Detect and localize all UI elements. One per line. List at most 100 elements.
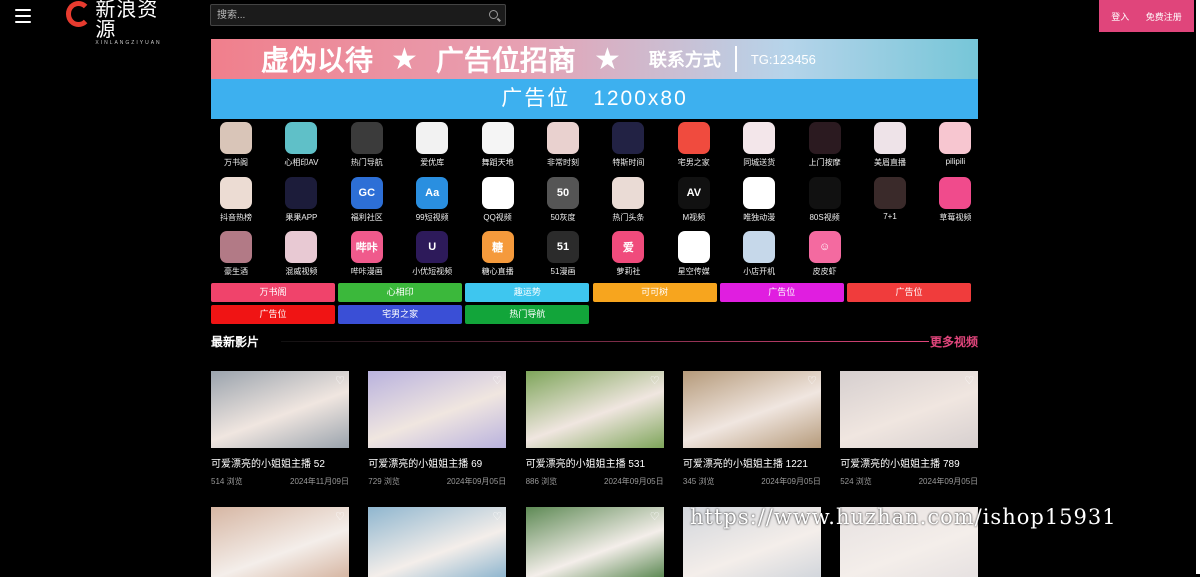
search-input[interactable]: [211, 5, 471, 26]
app-item[interactable]: U 小优短视频: [404, 231, 460, 277]
video-thumbnail[interactable]: ♡: [682, 371, 821, 448]
app-item[interactable]: 7+1: [862, 176, 918, 221]
site-logo[interactable]: 新浪资源 XINLANGZIYUAN: [66, 0, 176, 46]
favorite-heart-icon[interactable]: ♡: [335, 374, 345, 387]
app-item[interactable]: Aa 99短视频: [404, 176, 460, 223]
tag-link[interactable]: 热门导航: [465, 304, 590, 324]
favorite-heart-icon[interactable]: ♡: [492, 510, 502, 523]
app-item[interactable]: pilipili: [927, 122, 983, 166]
app-item[interactable]: 爱萝莉社: [600, 231, 656, 277]
app-label: 唯独动漫: [743, 212, 776, 222]
tag-link[interactable]: 万书阁: [211, 283, 335, 302]
app-item[interactable]: 同城送货: [731, 122, 787, 168]
video-title[interactable]: 可爱漂亮的小姐姐主播 69: [368, 455, 506, 470]
search-icon[interactable]: [489, 10, 498, 19]
video-title[interactable]: 可爱漂亮的小姐姐主播 1221: [683, 455, 821, 470]
app-item[interactable]: 万书阁: [208, 122, 264, 168]
login-link[interactable]: 登入: [1111, 10, 1129, 23]
app-item[interactable]: 豪生酒: [208, 231, 264, 277]
app-icon: [481, 122, 514, 154]
video-title[interactable]: 可爱漂亮的小姐姐主播 531: [526, 455, 664, 470]
video-date: 2024年09月05日: [604, 477, 664, 486]
app-label: 糖心直播: [481, 267, 514, 276]
app-item[interactable]: 心相印AV: [273, 122, 329, 168]
app-item[interactable]: 美眉直播: [862, 122, 918, 168]
more-videos-link[interactable]: 更多视频: [930, 333, 978, 350]
video-meta: 345 浏览 2024年09月05日: [683, 476, 821, 487]
scrollbar-track[interactable]: [1196, 0, 1200, 574]
tag-link[interactable]: 广告位: [211, 304, 335, 324]
app-icon: [939, 176, 972, 209]
video-card[interactable]: ♡ 可爱漂亮的小姐姐主播 531 886 浏览 2024年09月05日: [525, 371, 664, 487]
app-item[interactable]: 51 51漫画: [535, 231, 591, 277]
ad-banner[interactable]: 虚伪以待 ★ 广告位招商 ★ 联系方式 TG:123456 广告位 1200x8…: [211, 39, 978, 119]
video-meta: 524 浏览 2024年09月05日: [840, 476, 978, 487]
app-icon: 50: [547, 176, 579, 209]
app-item[interactable]: 上门按摩: [797, 122, 853, 168]
favorite-heart-icon[interactable]: ♡: [807, 374, 817, 387]
app-item[interactable]: 抖音热榜: [208, 176, 264, 223]
video-thumbnail[interactable]: ♡: [211, 371, 349, 448]
app-item[interactable]: QQ视频: [470, 176, 526, 223]
video-card[interactable]: ♡: [525, 507, 664, 577]
menu-icon[interactable]: [15, 9, 31, 23]
video-title[interactable]: 可爱漂亮的小姐姐主播 52: [211, 455, 349, 470]
video-card[interactable]: ♡ 可爱漂亮的小姐姐主播 52 514 浏览 2024年11月09日: [211, 371, 349, 487]
tag-link[interactable]: 可可树: [592, 283, 717, 302]
app-item[interactable]: 糖糖心直播: [470, 231, 526, 277]
tag-link[interactable]: 广告位: [847, 283, 971, 302]
video-thumbnail[interactable]: ♡: [525, 371, 664, 448]
app-item[interactable]: 草莓视频: [927, 176, 983, 223]
app-item[interactable]: ☺ 皮皮虾: [797, 231, 853, 277]
app-item[interactable]: 80S视频: [797, 176, 853, 223]
video-card[interactable]: ♡: [368, 507, 507, 577]
app-icon: [743, 176, 776, 209]
tag-link[interactable]: 宅男之家: [338, 304, 463, 324]
video-card[interactable]: ♡ 可爱漂亮的小姐姐主播 69 729 浏览 2024年09月05日: [368, 371, 507, 487]
favorite-heart-icon[interactable]: ♡: [964, 374, 974, 387]
app-item[interactable]: 热门头条: [600, 176, 656, 223]
tag-link[interactable]: 趣运势: [465, 283, 590, 302]
app-item[interactable]: 爱优库: [404, 122, 460, 168]
logo-title: 新浪资源: [95, 0, 159, 41]
app-item[interactable]: 果果APP: [273, 176, 329, 223]
video-thumbnail[interactable]: ♡: [211, 507, 349, 577]
watermark-text: https://www.huzhan.com/ishop15931: [690, 505, 1117, 529]
app-item[interactable]: 唯独动漫: [731, 176, 787, 223]
favorite-heart-icon[interactable]: ♡: [650, 374, 660, 387]
app-item[interactable]: 小店开机: [731, 231, 787, 277]
app-label: 50灰度: [550, 212, 576, 222]
app-icon: U: [416, 231, 449, 263]
video-thumbnail[interactable]: ♡: [368, 371, 507, 448]
video-thumbnail[interactable]: ♡: [840, 371, 979, 448]
app-label: 福利社区: [350, 212, 383, 222]
app-item[interactable]: 热门导航: [339, 122, 395, 168]
video-thumbnail[interactable]: ♡: [368, 507, 507, 577]
section-divider: [281, 341, 929, 342]
register-link[interactable]: 免费注册: [1146, 10, 1182, 23]
video-title[interactable]: 可爱漂亮的小姐姐主播 789: [840, 455, 978, 470]
app-item[interactable]: 舞蹈天地: [470, 122, 526, 168]
app-item[interactable]: 混威视频: [273, 231, 329, 277]
favorite-heart-icon[interactable]: ♡: [650, 510, 660, 523]
section-header: 最新影片 更多视频: [211, 333, 978, 349]
app-icon: [350, 122, 383, 154]
app-label: 宅男之家: [677, 158, 710, 167]
favorite-heart-icon[interactable]: ♡: [492, 374, 502, 387]
app-item[interactable]: GC 福利社区: [339, 176, 395, 223]
tag-link[interactable]: 广告位: [719, 283, 844, 302]
video-card[interactable]: ♡: [211, 507, 349, 577]
video-thumbnail[interactable]: ♡: [525, 507, 664, 577]
app-item[interactable]: AV M视频: [666, 176, 722, 223]
app-item[interactable]: 宅男之家: [666, 122, 722, 168]
app-item[interactable]: 星空传媒: [666, 231, 722, 277]
app-item[interactable]: 哔咔 哔咔漫画: [339, 231, 395, 277]
tag-link[interactable]: 心相印: [338, 283, 463, 302]
app-label: 星空传媒: [677, 267, 710, 276]
app-item[interactable]: 50 50灰度: [535, 176, 591, 223]
video-card[interactable]: ♡ 可爱漂亮的小姐姐主播 1221 345 浏览 2024年09月05日: [682, 371, 821, 487]
video-card[interactable]: ♡ 可爱漂亮的小姐姐主播 789 524 浏览 2024年09月05日: [840, 371, 979, 487]
app-item[interactable]: 特斯时间: [600, 122, 656, 168]
favorite-heart-icon[interactable]: ♡: [335, 510, 345, 523]
app-item[interactable]: 非常时刻: [535, 122, 591, 168]
